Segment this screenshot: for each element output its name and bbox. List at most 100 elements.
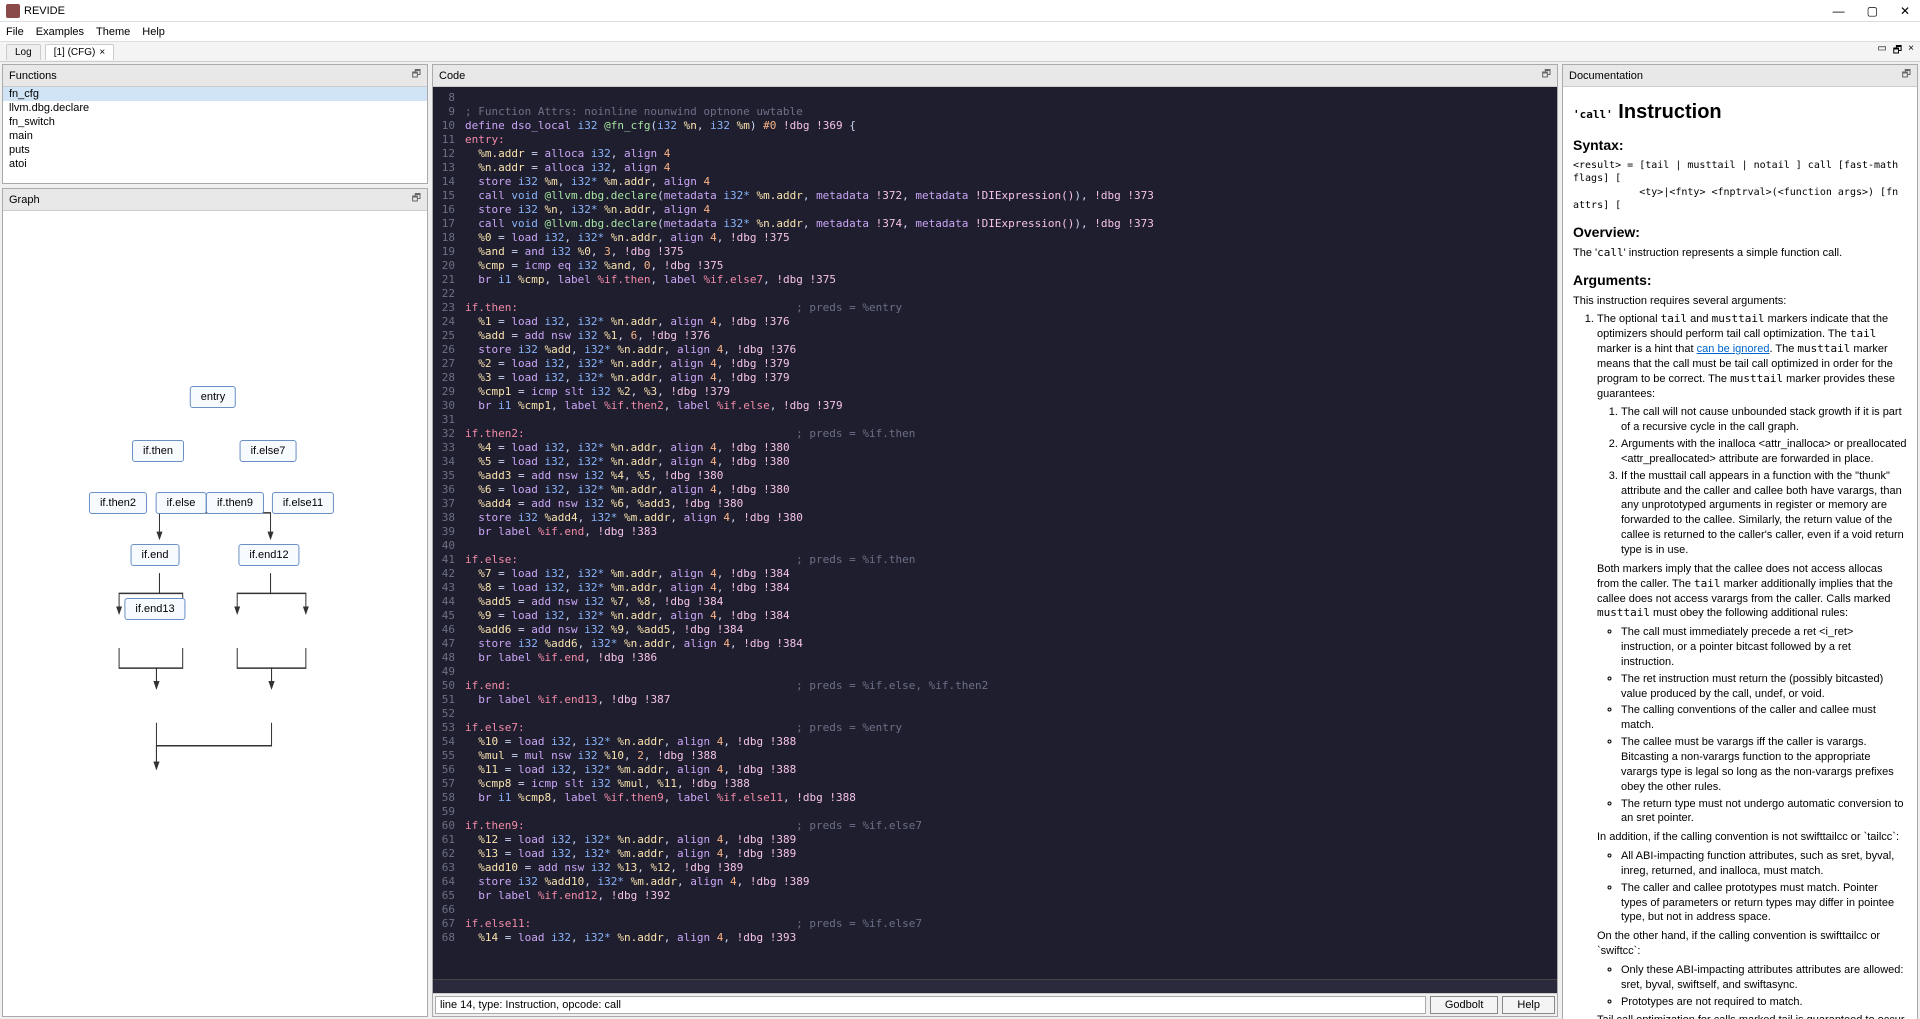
graph-node-ifelse11[interactable]: if.else11 bbox=[272, 492, 334, 514]
function-item[interactable]: fn_cfg bbox=[3, 87, 427, 101]
menu-file[interactable]: File bbox=[6, 26, 24, 38]
close-icon[interactable]: × bbox=[99, 47, 105, 58]
code-line[interactable]: 40 bbox=[433, 539, 1557, 553]
code-line[interactable]: 23if.then: ; preds = %entry bbox=[433, 301, 1557, 315]
code-line[interactable]: 60if.then9: ; preds = %if.else7 bbox=[433, 819, 1557, 833]
function-item[interactable]: main bbox=[3, 129, 427, 143]
code-line[interactable]: 19 %and = and i32 %0, 3, !dbg !375 bbox=[433, 245, 1557, 259]
code-line[interactable]: 45 %9 = load i32, i32* %n.addr, align 4,… bbox=[433, 609, 1557, 623]
code-line[interactable]: 32if.then2: ; preds = %if.then bbox=[433, 427, 1557, 441]
code-line[interactable]: 21 br i1 %cmp, label %if.then, label %if… bbox=[433, 273, 1557, 287]
code-line[interactable]: 66 bbox=[433, 903, 1557, 917]
code-line[interactable]: 36 %6 = load i32, i32* %m.addr, align 4,… bbox=[433, 483, 1557, 497]
dock-icon[interactable]: 🗗 bbox=[1893, 43, 1902, 60]
code-hscrollbar[interactable] bbox=[433, 979, 1557, 993]
code-line[interactable]: 56 %11 = load i32, i32* %m.addr, align 4… bbox=[433, 763, 1557, 777]
code-line[interactable]: 50if.end: ; preds = %if.else, %if.then2 bbox=[433, 679, 1557, 693]
code-line[interactable]: 25 %add = add nsw i32 %1, 6, !dbg !376 bbox=[433, 329, 1557, 343]
code-line[interactable]: 30 br i1 %cmp1, label %if.then2, label %… bbox=[433, 399, 1557, 413]
graph-node-ifthen9[interactable]: if.then9 bbox=[206, 492, 264, 514]
code-line[interactable]: 12 %m.addr = alloca i32, align 4 bbox=[433, 147, 1557, 161]
undock-icon[interactable]: 🗗 bbox=[412, 191, 421, 208]
code-line[interactable]: 43 %8 = load i32, i32* %m.addr, align 4,… bbox=[433, 581, 1557, 595]
code-line[interactable]: 51 br label %if.end13, !dbg !387 bbox=[433, 693, 1557, 707]
code-line[interactable]: 53if.else7: ; preds = %entry bbox=[433, 721, 1557, 735]
graph-node-ifelse7[interactable]: if.else7 bbox=[240, 440, 297, 462]
code-line[interactable]: 29 %cmp1 = icmp slt i32 %2, %3, !dbg !37… bbox=[433, 385, 1557, 399]
maximize-button[interactable]: ▢ bbox=[1863, 4, 1882, 18]
graph-node-ifend13[interactable]: if.end13 bbox=[124, 598, 185, 620]
code-line[interactable]: 67if.else11: ; preds = %if.else7 bbox=[433, 917, 1557, 931]
undock-icon[interactable]: 🗗 bbox=[1902, 67, 1911, 84]
code-line[interactable]: 57 %cmp8 = icmp slt i32 %mul, %11, !dbg … bbox=[433, 777, 1557, 791]
code-line[interactable]: 24 %1 = load i32, i32* %n.addr, align 4,… bbox=[433, 315, 1557, 329]
code-line[interactable]: 33 %4 = load i32, i32* %n.addr, align 4,… bbox=[433, 441, 1557, 455]
code-line[interactable]: 28 %3 = load i32, i32* %n.addr, align 4,… bbox=[433, 371, 1557, 385]
code-line[interactable]: 54 %10 = load i32, i32* %n.addr, align 4… bbox=[433, 735, 1557, 749]
code-line[interactable]: 31 bbox=[433, 413, 1557, 427]
code-line[interactable]: 8 bbox=[433, 91, 1557, 105]
function-item[interactable]: fn_switch bbox=[3, 115, 427, 129]
code-line[interactable]: 34 %5 = load i32, i32* %n.addr, align 4,… bbox=[433, 455, 1557, 469]
tab-close-icon[interactable]: × bbox=[1908, 43, 1914, 60]
code-line[interactable]: 35 %add3 = add nsw i32 %4, %5, !dbg !380 bbox=[433, 469, 1557, 483]
documentation-body[interactable]: 'call' Instruction Syntax: <result> = [t… bbox=[1563, 87, 1917, 1019]
code-line[interactable]: 10define dso_local i32 @fn_cfg(i32 %n, i… bbox=[433, 119, 1557, 133]
doc-link-ignored[interactable]: can be ignored bbox=[1697, 343, 1770, 355]
code-line[interactable]: 61 %12 = load i32, i32* %n.addr, align 4… bbox=[433, 833, 1557, 847]
functions-list[interactable]: fn_cfgllvm.dbg.declarefn_switchmainputsa… bbox=[3, 87, 427, 183]
code-line[interactable]: 39 br label %if.end, !dbg !383 bbox=[433, 525, 1557, 539]
code-line[interactable]: 63 %add10 = add nsw i32 %13, %12, !dbg !… bbox=[433, 861, 1557, 875]
code-editor[interactable]: 89; Function Attrs: noinline nounwind op… bbox=[433, 87, 1557, 979]
restore-icon[interactable]: ▭ bbox=[1877, 43, 1886, 60]
code-line[interactable]: 15 call void @llvm.dbg.declare(metadata … bbox=[433, 189, 1557, 203]
code-line[interactable]: 17 call void @llvm.dbg.declare(metadata … bbox=[433, 217, 1557, 231]
code-line[interactable]: 9; Function Attrs: noinline nounwind opt… bbox=[433, 105, 1557, 119]
code-line[interactable]: 65 br label %if.end12, !dbg !392 bbox=[433, 889, 1557, 903]
function-item[interactable]: llvm.dbg.declare bbox=[3, 101, 427, 115]
code-line[interactable]: 68 %14 = load i32, i32* %n.addr, align 4… bbox=[433, 931, 1557, 945]
status-input[interactable] bbox=[435, 996, 1426, 1014]
close-button[interactable]: ✕ bbox=[1896, 4, 1914, 18]
tab-log[interactable]: Log bbox=[6, 44, 41, 60]
graph-node-ifthen2[interactable]: if.then2 bbox=[89, 492, 147, 514]
undock-icon[interactable]: 🗗 bbox=[1542, 67, 1551, 84]
code-line[interactable]: 37 %add4 = add nsw i32 %6, %add3, !dbg !… bbox=[433, 497, 1557, 511]
tab-cfg[interactable]: [1] (CFG)× bbox=[45, 44, 115, 60]
code-line[interactable]: 47 store i32 %add6, i32* %n.addr, align … bbox=[433, 637, 1557, 651]
undock-icon[interactable]: 🗗 bbox=[412, 67, 421, 84]
code-line[interactable]: 42 %7 = load i32, i32* %m.addr, align 4,… bbox=[433, 567, 1557, 581]
code-line[interactable]: 55 %mul = mul nsw i32 %10, 2, !dbg !388 bbox=[433, 749, 1557, 763]
graph-node-ifthen[interactable]: if.then bbox=[132, 440, 184, 462]
code-line[interactable]: 14 store i32 %m, i32* %m.addr, align 4 bbox=[433, 175, 1557, 189]
graph-node-entry[interactable]: entry bbox=[190, 386, 236, 408]
menu-theme[interactable]: Theme bbox=[96, 26, 130, 38]
code-line[interactable]: 26 store i32 %add, i32* %n.addr, align 4… bbox=[433, 343, 1557, 357]
code-line[interactable]: 46 %add6 = add nsw i32 %9, %add5, !dbg !… bbox=[433, 623, 1557, 637]
code-line[interactable]: 52 bbox=[433, 707, 1557, 721]
code-line[interactable]: 62 %13 = load i32, i32* %m.addr, align 4… bbox=[433, 847, 1557, 861]
code-line[interactable]: 49 bbox=[433, 665, 1557, 679]
menu-help[interactable]: Help bbox=[142, 26, 165, 38]
code-line[interactable]: 59 bbox=[433, 805, 1557, 819]
graph-canvas[interactable]: entry if.then if.else7 if.then2 if.else … bbox=[3, 211, 427, 1016]
graph-node-ifelse[interactable]: if.else bbox=[156, 492, 207, 514]
code-line[interactable]: 27 %2 = load i32, i32* %n.addr, align 4,… bbox=[433, 357, 1557, 371]
code-line[interactable]: 16 store i32 %n, i32* %n.addr, align 4 bbox=[433, 203, 1557, 217]
code-line[interactable]: 38 store i32 %add4, i32* %m.addr, align … bbox=[433, 511, 1557, 525]
code-line[interactable]: 64 store i32 %add10, i32* %m.addr, align… bbox=[433, 875, 1557, 889]
code-line[interactable]: 20 %cmp = icmp eq i32 %and, 0, !dbg !375 bbox=[433, 259, 1557, 273]
function-item[interactable]: puts bbox=[3, 143, 427, 157]
code-line[interactable]: 22 bbox=[433, 287, 1557, 301]
code-line[interactable]: 18 %0 = load i32, i32* %n.addr, align 4,… bbox=[433, 231, 1557, 245]
minimize-button[interactable]: — bbox=[1829, 4, 1849, 18]
menu-examples[interactable]: Examples bbox=[36, 26, 84, 38]
graph-node-ifend[interactable]: if.end bbox=[131, 544, 180, 566]
code-line[interactable]: 44 %add5 = add nsw i32 %7, %8, !dbg !384 bbox=[433, 595, 1557, 609]
godbolt-button[interactable]: Godbolt bbox=[1430, 996, 1499, 1014]
code-line[interactable]: 11entry: bbox=[433, 133, 1557, 147]
graph-node-ifend12[interactable]: if.end12 bbox=[238, 544, 299, 566]
code-line[interactable]: 41if.else: ; preds = %if.then bbox=[433, 553, 1557, 567]
help-button[interactable]: Help bbox=[1502, 996, 1555, 1014]
code-line[interactable]: 13 %n.addr = alloca i32, align 4 bbox=[433, 161, 1557, 175]
